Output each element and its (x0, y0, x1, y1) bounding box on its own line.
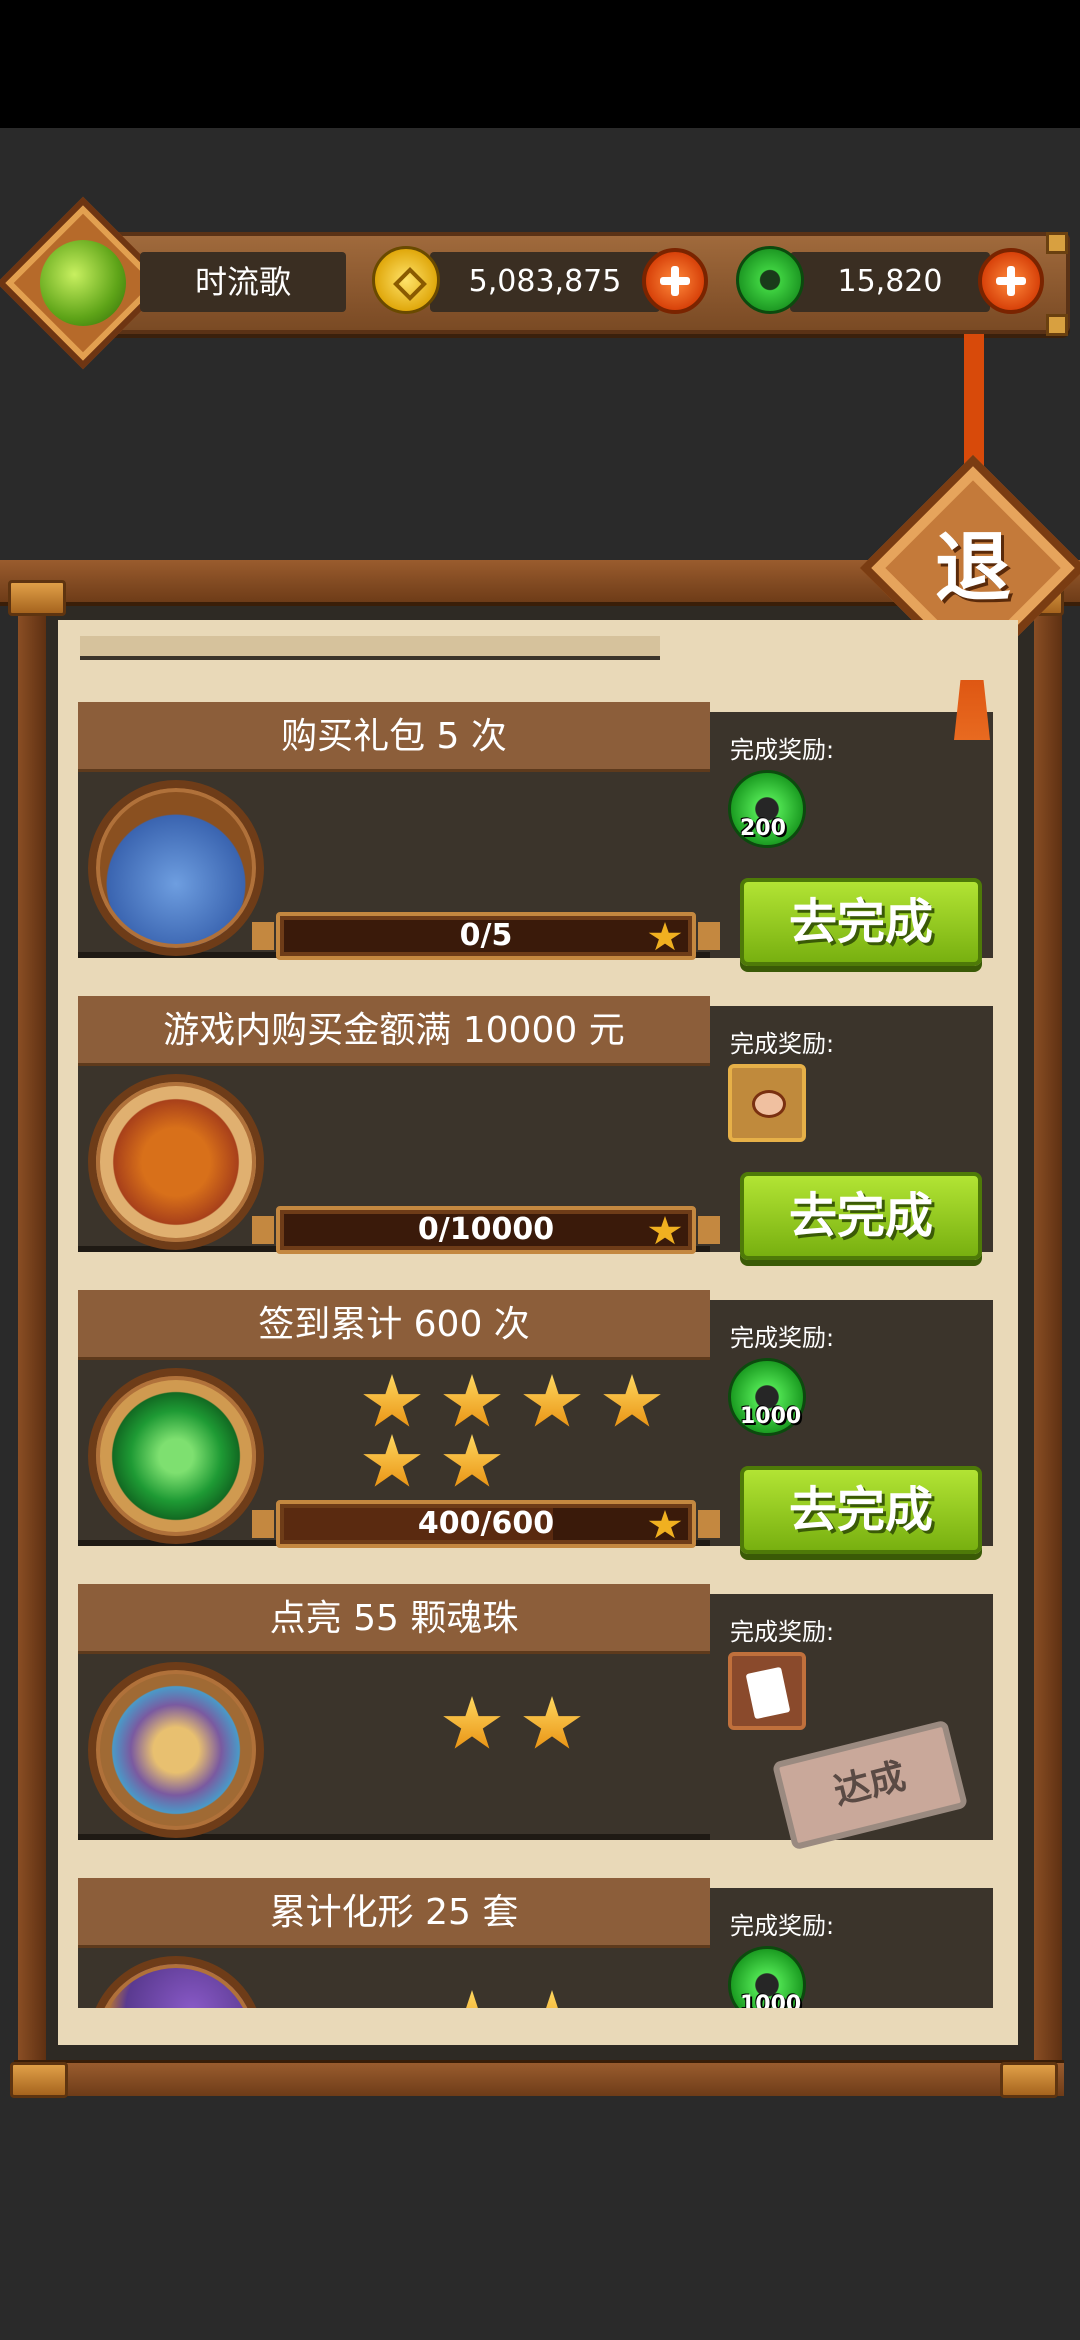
soul-orbs-icon (88, 1662, 264, 1838)
task-card: 游戏内购买金额满 10000 元 完成奖励: 0/10000 去完成 (78, 996, 993, 1260)
task-title: 购买礼包 5 次 (78, 702, 710, 772)
reward-label: 完成奖励: (730, 1618, 835, 1646)
progress-text: 0/5 (459, 918, 513, 953)
progress-track: 400/600 (284, 1508, 688, 1540)
progress-track: 0/5 (284, 920, 688, 952)
bolt-icon (1000, 2062, 1058, 2098)
gold-scroll-icon (88, 1074, 264, 1250)
reward-label: 完成奖励: (730, 736, 835, 764)
task-title: 点亮 55 颗魂珠 (78, 1584, 710, 1654)
exit-label[interactable]: 退 (913, 508, 1033, 628)
go-complete-button[interactable]: 去完成 (740, 878, 982, 966)
task-list[interactable]: 购买礼包 5 次 完成奖励: 200 0/5 去完成 游戏内购买金额满 1000… (58, 620, 1018, 2045)
scrolled-card-edge (80, 636, 660, 660)
list-bottom-edge (58, 2008, 1018, 2045)
reward-label: 完成奖励: (730, 1030, 835, 1058)
bolt-icon (8, 580, 66, 616)
gold-amount: 5,083,875 (430, 252, 660, 312)
progress-bar: 0/10000 (252, 1206, 720, 1254)
bolt-icon (10, 2062, 68, 2098)
achieved-stamp: 达成 (771, 1719, 969, 1851)
status-bar (0, 0, 1080, 128)
spirit-gate-icon (88, 1368, 264, 1544)
item-reward-icon[interactable] (728, 1064, 806, 1142)
pig-icon (752, 1090, 786, 1118)
progress-text: 0/10000 (417, 1212, 555, 1247)
task-title: 累计化形 25 套 (78, 1878, 710, 1948)
corner-stud-icon (1046, 232, 1068, 254)
task-card: 购买礼包 5 次 完成奖励: 200 0/5 去完成 (78, 702, 993, 966)
go-complete-button[interactable]: 去完成 (740, 1172, 982, 1260)
gold-coin-icon (372, 246, 440, 314)
task-card: 签到累计 600 次 完成奖励: 1000 400/600 去完成 (78, 1290, 993, 1554)
reward-count: 200 (740, 816, 786, 841)
board-bottom-rail (14, 2060, 1064, 2096)
reward-label: 完成奖励: (730, 1324, 835, 1352)
card-reward-icon[interactable] (728, 1652, 806, 1730)
reward-label: 完成奖励: (730, 1912, 835, 1940)
board-right-rail (1034, 600, 1062, 2070)
gift-box-icon (88, 780, 264, 956)
exit-cord (964, 334, 984, 474)
task-title: 游戏内购买金额满 10000 元 (78, 996, 710, 1066)
progress-bar: 0/5 (252, 912, 720, 960)
avatar[interactable] (40, 240, 126, 326)
task-title: 签到累计 600 次 (78, 1290, 710, 1360)
add-gold-button[interactable] (642, 248, 708, 314)
reward-panel: 完成奖励: 达成 (710, 1594, 993, 1851)
jade-icon (736, 246, 804, 314)
jade-amount: 15,820 (790, 252, 990, 312)
board-left-rail (18, 600, 46, 2070)
progress-text: 400/600 (417, 1506, 555, 1541)
go-complete-button[interactable]: 去完成 (740, 1466, 982, 1554)
add-jade-button[interactable] (978, 248, 1044, 314)
reward-count: 1000 (740, 1404, 802, 1429)
progress-bar: 400/600 (252, 1500, 720, 1548)
corner-stud-icon (1046, 314, 1068, 336)
player-name: 时流歌 (140, 252, 346, 312)
progress-track: 0/10000 (284, 1214, 688, 1246)
task-card: 点亮 55 颗魂珠 完成奖励: 达成 (78, 1584, 993, 1851)
